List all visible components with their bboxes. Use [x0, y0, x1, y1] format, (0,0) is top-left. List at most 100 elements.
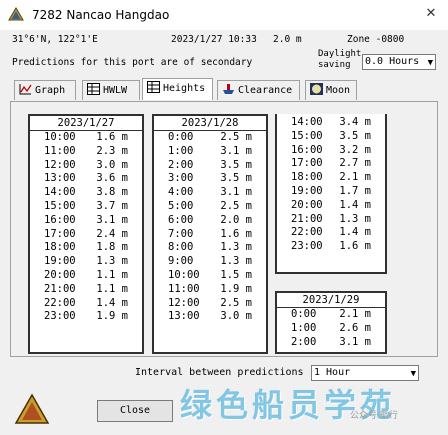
tab-moon-label: Moon: [326, 85, 351, 96]
row-height-value: 1.4 m: [96, 296, 128, 309]
row-height-value: 2.5 m: [220, 296, 252, 309]
row-height-value: 3.1 m: [220, 186, 252, 199]
hour-row: 23:00 1.6 m: [277, 240, 385, 254]
hour-row: 2:00 3.1 m: [277, 336, 385, 350]
row-time: 1:00: [168, 144, 194, 157]
graph-icon: [19, 84, 32, 95]
row-time: 19:00: [44, 255, 76, 268]
row-height-value: 1.1 m: [96, 268, 128, 281]
row-height-value: 3.7 m: [96, 199, 128, 212]
row-height-value: 3.1 m: [220, 144, 252, 157]
hour-row: 1:00 3.1 m: [154, 145, 266, 159]
row-time: 11:00: [168, 282, 200, 295]
hour-row: 14:00 3.8 m: [30, 186, 142, 200]
hour-row: 14:00 3.4 m: [277, 116, 385, 130]
hour-row: 18:00 1.8 m: [30, 241, 142, 255]
hour-row: 22:00 1.4 m: [30, 297, 142, 311]
hour-row: 16:00 3.2 m: [277, 144, 385, 158]
tab-heights[interactable]: Heights: [142, 78, 213, 100]
hour-row: 17:00 2.4 m: [30, 228, 142, 242]
hour-row: 11:00 2.3 m: [30, 145, 142, 159]
row-time: 0:00: [168, 131, 194, 143]
tide-warning-icon: [8, 7, 24, 21]
row-time: 6:00: [168, 213, 194, 226]
row-height-value: 2.6 m: [339, 321, 371, 334]
secondary-port-note: Predictions for this port are of seconda…: [12, 57, 253, 68]
row-time: 16:00: [291, 143, 323, 156]
hour-row: 19:00 1.7 m: [277, 185, 385, 199]
hour-row: 21:00 1.3 m: [277, 213, 385, 227]
row-height-value: 1.9 m: [220, 282, 252, 295]
row-height-value: 1.6 m: [339, 240, 371, 253]
row-height-value: 1.3 m: [339, 212, 371, 225]
row-height-value: 1.7 m: [339, 184, 371, 197]
hour-row: 12:00 3.0 m: [30, 159, 142, 173]
hour-rows: 0:00 2.5 m 1:00 3.1 m 2:00 3.5 m 3:00 3.5 m 4:00…: [154, 131, 266, 324]
hour-row: 13:00 3.0 m: [154, 310, 266, 324]
tab-moon[interactable]: Moon: [305, 80, 357, 100]
hour-row: 10:00 1.6 m: [30, 131, 142, 145]
zone-text: Zone -0800: [347, 34, 405, 45]
hour-row: 20:00 1.4 m: [277, 199, 385, 213]
interval-select[interactable]: 1 Hour ▼: [311, 365, 419, 381]
row-height-value: 1.6 m: [96, 131, 128, 143]
row-height-value: 1.8 m: [96, 241, 128, 254]
row-time: 3:00: [168, 172, 194, 185]
row-time: 17:00: [291, 157, 323, 170]
row-height-value: 3.1 m: [339, 335, 371, 348]
row-time: 23:00: [291, 240, 323, 253]
hour-row: 16:00 3.1 m: [30, 214, 142, 228]
hour-row: 6:00 2.0 m: [154, 214, 266, 228]
row-time: 21:00: [291, 212, 323, 225]
row-height-value: 1.4 m: [339, 198, 371, 211]
tab-clearance-label: Clearance: [238, 85, 293, 96]
row-time: 19:00: [291, 184, 323, 197]
row-time: 2:00: [291, 335, 317, 348]
day-table-2023-1-28-continued: 14:00 3.4 m 15:00 3.5 m 16:00 3.2 m 17:00 2.7 m…: [275, 114, 387, 274]
day-table-2023-1-28: 2023/1/28 0:00 2.5 m 1:00 3.1 m 2:00 3.5 m 3:0…: [152, 114, 268, 354]
row-time: 18:00: [44, 241, 76, 254]
tab-heights-label: Heights: [163, 83, 206, 94]
row-height-value: 1.6 m: [220, 227, 252, 240]
hour-row: 7:00 1.6 m: [154, 228, 266, 242]
row-time: 16:00: [44, 213, 76, 226]
row-time: 23:00: [44, 310, 76, 323]
row-height-value: 1.9 m: [96, 310, 128, 323]
dropdown-arrow-icon: ▼: [410, 369, 416, 379]
daylight-saving-select[interactable]: 0.0 Hours ▼: [362, 54, 436, 70]
row-height-value: 3.0 m: [220, 310, 252, 323]
row-time: 13:00: [44, 172, 76, 185]
tab-graph[interactable]: Graph: [14, 80, 76, 100]
row-height-value: 3.5 m: [220, 172, 252, 185]
row-time: 4:00: [168, 186, 194, 199]
tab-hwlw[interactable]: HWLW: [82, 80, 140, 100]
title-bar: 7282 Nancao Hangdao ✕: [0, 0, 448, 30]
hour-row: 21:00 1.1 m: [30, 283, 142, 297]
tab-clearance[interactable]: Clearance: [217, 80, 300, 100]
row-height-value: 1.3 m: [220, 241, 252, 254]
row-time: 9:00: [168, 255, 194, 268]
row-time: 5:00: [168, 199, 194, 212]
row-time: 0:00: [291, 308, 317, 320]
row-time: 1:00: [291, 321, 317, 334]
hour-row: 2:00 3.5 m: [154, 159, 266, 173]
moon-icon: [310, 83, 323, 95]
row-height-value: 1.4 m: [339, 226, 371, 239]
row-height-value: 2.3 m: [96, 144, 128, 157]
row-time: 14:00: [291, 116, 323, 128]
datetime-text: 2023/1/27 10:33: [171, 34, 257, 45]
row-height-value: 3.1 m: [96, 213, 128, 226]
row-time: 12:00: [44, 158, 76, 171]
hour-row: 1:00 2.6 m: [277, 322, 385, 336]
hour-row: 15:00 3.7 m: [30, 200, 142, 214]
row-height-value: 3.8 m: [96, 186, 128, 199]
row-time: 20:00: [291, 198, 323, 211]
tab-hwlw-label: HWLW: [103, 85, 128, 96]
dropdown-arrow-icon: ▼: [427, 58, 433, 68]
row-time: 18:00: [291, 171, 323, 184]
close-button[interactable]: Close: [97, 400, 173, 422]
ship-icon: [223, 84, 234, 94]
date-header: 2023/1/29: [277, 293, 385, 308]
window-close-button[interactable]: ✕: [422, 6, 440, 22]
tide-warning-icon: [14, 393, 50, 424]
